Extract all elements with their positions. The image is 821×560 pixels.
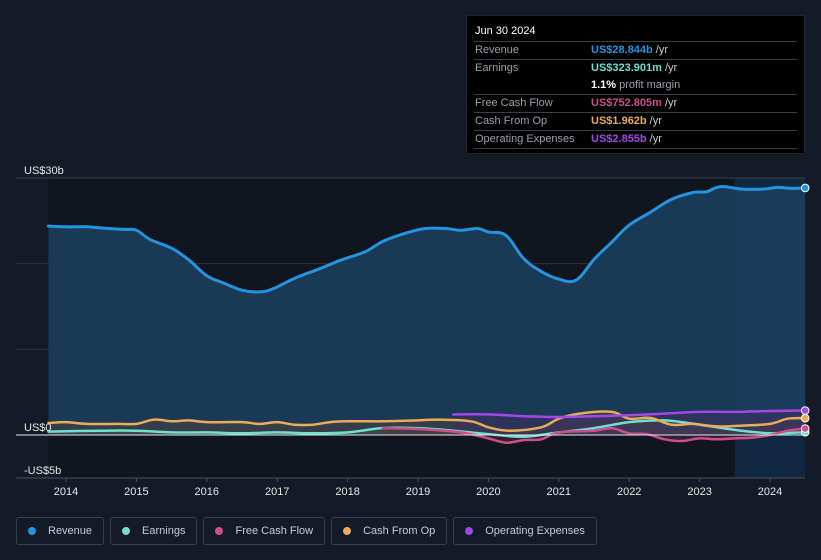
marker-cash-from-op[interactable] [800,413,810,423]
marker-revenue[interactable] [800,183,810,193]
tooltip-row-label: Operating Expenses [475,133,575,145]
tooltip-row-label: Free Cash Flow [475,97,553,109]
y-tick-label: US$30b [24,165,64,177]
tooltip-row-unit: /yr [664,62,678,74]
tooltip-row-unit: /yr [655,44,668,56]
x-tick-label: 2017 [265,486,289,498]
legend-label: Cash From Op [363,525,436,537]
legend-label: Free Cash Flow [235,525,314,537]
legend-item-operating-expenses[interactable]: Operating Expenses [453,517,597,545]
tooltip-row-value: US$28.844b [591,44,653,56]
x-tick-label: 2022 [617,486,641,498]
tooltip-row: Operating Expenses US$2.855b/yr [474,130,797,149]
tooltip-row: Cash From Op US$1.962b/yr [474,112,797,130]
tooltip-row-unit: profit margin [619,79,681,91]
legend-dot-icon [215,527,224,535]
legend-dot-icon [465,527,474,535]
tooltip-row-value: US$1.962b [591,115,647,127]
tooltip-row-label [474,77,591,94]
x-tick-label: 2016 [195,486,219,498]
tooltip-row-unit: /yr [649,133,662,145]
x-tick-label: 2021 [547,486,571,498]
x-tick-label: 2023 [687,486,711,498]
x-tick-label: 2020 [476,486,500,498]
legend-dot-icon [122,527,131,535]
legend-item-cash-from-op[interactable]: Cash From Op [331,517,448,545]
tooltip-row: Earnings US$323.901m/yr [474,59,797,77]
legend-label: Earnings [142,525,186,537]
tooltip-row-value: US$752.805m [591,97,662,109]
x-tick-label: 2015 [124,486,148,498]
x-tick-label: 2024 [758,486,782,498]
legend-item-revenue[interactable]: Revenue [16,517,105,545]
legend-dot-icon [28,527,36,535]
legend-label: Operating Expenses [485,525,585,537]
legend-dot-icon [343,527,352,535]
tooltip-row-label: Cash From Op [475,115,548,127]
y-tick-label: -US$5b [24,465,61,477]
y-tick-label: US$0 [24,422,52,434]
tooltip-date: Jun 30 2024 [475,25,536,37]
legend-label: Revenue [48,525,93,537]
marker-free-cash-flow[interactable] [800,424,810,433]
tooltip-row-value: US$323.901m [591,62,662,74]
legend-item-earnings[interactable]: Earnings [110,517,198,545]
x-tick-label: 2019 [406,486,430,498]
tooltip-row-unit: /yr [649,115,662,127]
legend: Revenue Earnings Free Cash Flow Cash From O… [16,517,597,545]
tooltip-row-label: Earnings [475,62,519,74]
tooltip-row: Free Cash Flow US$752.805m/yr [474,94,797,112]
tooltip-row-label: Revenue [475,44,520,56]
tooltip-panel: Jun 30 2024 Revenue US$28.844b/yr Earnings… [466,15,805,154]
tooltip-row-unit: /yr [664,97,678,109]
tooltip-row-value: US$2.855b [591,133,647,145]
x-tick-label: 2018 [335,486,359,498]
marker-operating-expenses[interactable] [800,406,810,415]
x-tick-label: 2014 [54,486,78,498]
tooltip-row: 1.1% profit margin [474,77,797,94]
tooltip-row-value: 1.1% [591,79,617,91]
tooltip-row: Revenue US$28.844b/yr [474,41,797,59]
legend-item-free-cash-flow[interactable]: Free Cash Flow [203,517,326,545]
